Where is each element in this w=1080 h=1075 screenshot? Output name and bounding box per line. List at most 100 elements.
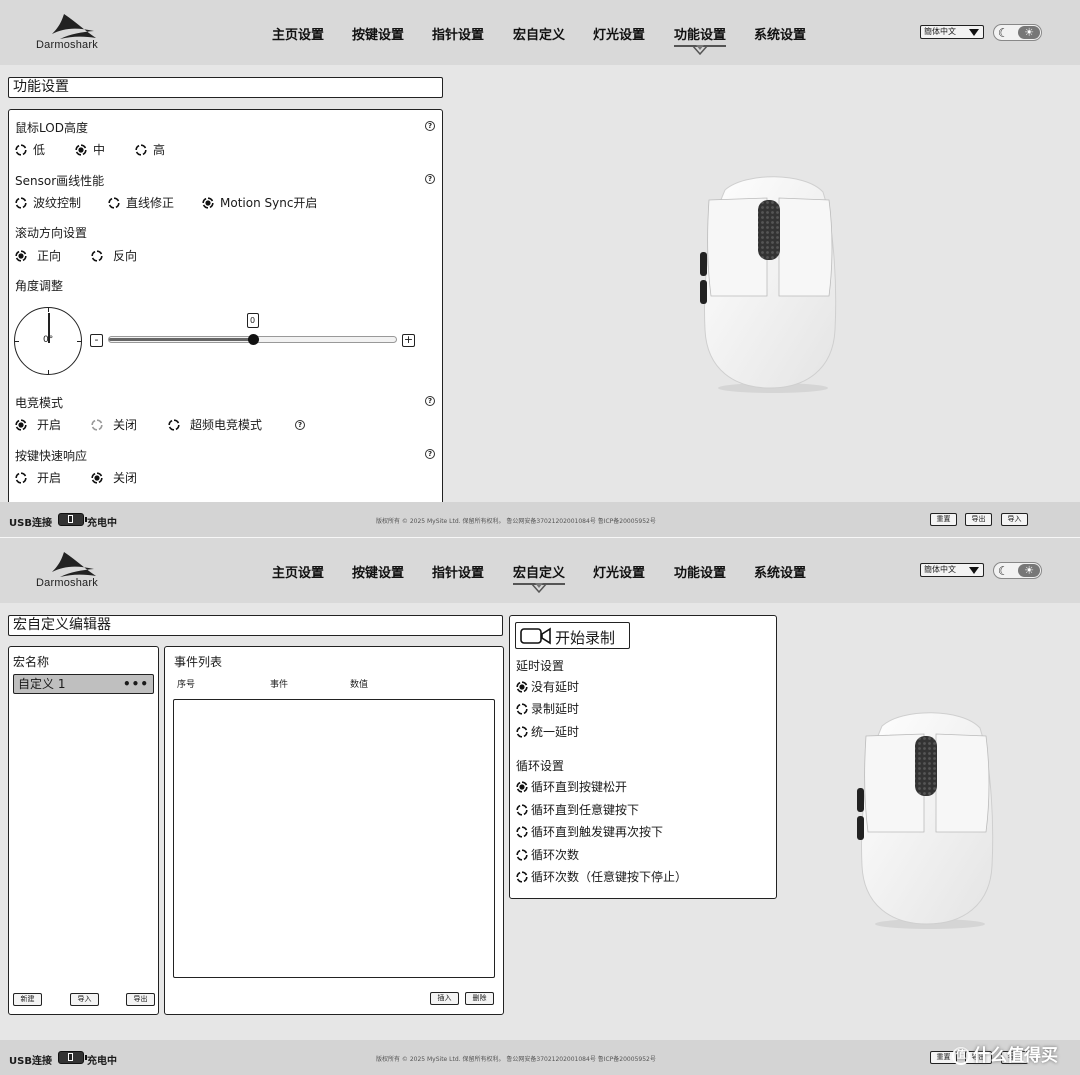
nav-keys[interactable]: 按键设置 — [352, 24, 404, 43]
macro-list-item[interactable]: 自定义 1 ••• — [13, 674, 154, 694]
angle-increase-button[interactable]: + — [402, 334, 415, 347]
delay-settings-label: 延时设置 — [516, 659, 565, 673]
column-event: 事件 — [270, 680, 289, 690]
radio-label: 开启 — [37, 471, 62, 485]
language-select[interactable]: 簡体中文 — [920, 25, 984, 39]
nav-function[interactable]: 功能设置 — [674, 562, 726, 581]
editor-title: 宏自定义编辑器 — [8, 615, 503, 636]
event-list[interactable] — [173, 699, 495, 978]
nav-system[interactable]: 系统设置 — [754, 24, 806, 43]
radio-label: 中 — [93, 143, 106, 157]
language-selected: 簡体中文 — [924, 565, 956, 574]
watermark-icon: 值 — [952, 1047, 970, 1065]
theme-toggle[interactable]: ☾ ☀ — [993, 562, 1042, 579]
radio-label: 录制延时 — [531, 702, 580, 716]
help-icon[interactable]: ? — [295, 420, 305, 430]
active-caret-icon — [692, 45, 708, 55]
radio-off-icon — [15, 197, 27, 209]
watermark: 值什么值得买 — [952, 1041, 1058, 1066]
dial-tick — [48, 308, 49, 312]
mouse-image — [857, 712, 994, 929]
radio-label: 直线修正 — [126, 196, 175, 210]
lod-label: 鼠标LOD高度 — [15, 121, 88, 135]
radio-off-icon — [108, 197, 120, 209]
help-icon[interactable]: ? — [425, 174, 435, 184]
nav-pointer[interactable]: 指针设置 — [432, 24, 484, 43]
charging-status: 充电中 — [87, 1056, 117, 1067]
nav-lighting[interactable]: 灯光设置 — [593, 24, 645, 43]
import-button[interactable]: 导入 — [1001, 513, 1028, 526]
radio-off-icon — [168, 419, 180, 431]
angle-value-bubble: 0 — [246, 313, 259, 328]
help-icon[interactable]: ? — [425, 449, 435, 459]
radio-label: 没有延时 — [531, 680, 580, 694]
more-options-icon[interactable]: ••• — [123, 675, 149, 693]
nav-macro[interactable]: 宏自定义 — [513, 562, 566, 593]
angle-dial[interactable]: 0° — [14, 307, 82, 375]
start-recording-button[interactable]: 开始录制 — [515, 622, 630, 649]
usb-status: USB连接 — [9, 1056, 52, 1067]
radio-off-icon — [516, 804, 528, 816]
radio-off-icon — [15, 144, 27, 156]
radio-off-icon — [516, 849, 528, 861]
help-icon[interactable]: ? — [425, 396, 435, 406]
app-header: Darmoshark 主页设置 按键设置 指针设置 宏自定义 灯光设置 功能设置… — [0, 0, 1080, 65]
sun-icon: ☀ — [1018, 564, 1040, 577]
macro-editor-screen: Darmoshark 主页设置 按键设置 指针设置 宏自定义 灯光设置 功能设置… — [0, 538, 1080, 1075]
radio-off-icon — [91, 419, 103, 431]
angle-decrease-button[interactable]: - — [90, 334, 103, 347]
radio-label: 循环次数（任意键按下停止） — [531, 870, 688, 884]
brand-logo: Darmoshark — [30, 12, 110, 54]
import-macro-button[interactable]: 导入 — [70, 993, 99, 1006]
battery-icon — [58, 1051, 87, 1064]
brand-name: Darmoshark — [36, 39, 98, 51]
radio-label: 循环直到任意键按下 — [531, 803, 640, 817]
language-select[interactable]: 簡体中文 — [920, 563, 984, 577]
charging-status: 充电中 — [87, 518, 117, 529]
reset-button[interactable]: 重置 — [930, 513, 957, 526]
angle-label: 角度调整 — [15, 279, 64, 293]
radio-on-icon — [202, 197, 214, 209]
radio-off-icon — [516, 871, 528, 883]
scroll-label: 滚动方向设置 — [15, 226, 88, 240]
nav-pointer[interactable]: 指针设置 — [432, 562, 484, 581]
nav-lighting[interactable]: 灯光设置 — [593, 562, 645, 581]
radio-on-icon — [15, 419, 27, 431]
dial-value: 0° — [43, 335, 54, 345]
shark-fin-icon — [52, 14, 96, 39]
usb-status: USB连接 — [9, 518, 52, 529]
nav-function[interactable]: 功能设置 — [674, 24, 727, 55]
app-header: Darmoshark 主页设置 按键设置 指针设置 宏自定义 灯光设置 功能设置… — [0, 538, 1080, 603]
angle-slider-thumb[interactable] — [247, 334, 259, 345]
radio-label: 低 — [33, 143, 46, 157]
export-button[interactable]: 导出 — [965, 513, 992, 526]
status-footer: USB连接 充电中 版权所有 © 2025 MySite Ltd. 保留所有权利… — [0, 1040, 1080, 1075]
copyright-text: 版权所有 © 2025 MySite Ltd. 保留所有权利。 鲁公网安备370… — [376, 1056, 656, 1063]
nav-keys[interactable]: 按键设置 — [352, 562, 404, 581]
macro-name: 自定义 1 — [18, 677, 66, 691]
radio-label: Motion Sync开启 — [220, 196, 318, 210]
help-icon[interactable]: ? — [425, 121, 435, 131]
radio-label: 正向 — [37, 249, 62, 263]
loop-settings-label: 循环设置 — [516, 759, 565, 773]
new-macro-button[interactable]: 新建 — [13, 993, 42, 1006]
theme-toggle[interactable]: ☾ ☀ — [993, 24, 1042, 41]
nav-macro[interactable]: 宏自定义 — [513, 24, 565, 43]
dropdown-arrow-icon — [969, 567, 979, 574]
language-selected: 簡体中文 — [924, 27, 956, 36]
status-footer: USB连接 充电中 版权所有 © 2025 MySite Ltd. 保留所有权利… — [0, 502, 1080, 537]
insert-event-button[interactable]: 插入 — [430, 992, 459, 1005]
quick-response-label: 按键快速响应 — [15, 449, 88, 463]
delete-event-button[interactable]: 删除 — [465, 992, 494, 1005]
nav-home[interactable]: 主页设置 — [272, 24, 324, 43]
radio-label: 超频电竞模式 — [190, 418, 263, 432]
nav-system[interactable]: 系统设置 — [754, 562, 806, 581]
export-macro-button[interactable]: 导出 — [126, 993, 155, 1006]
page-title: 功能设置 — [8, 77, 443, 98]
angle-slider-fill — [109, 338, 254, 341]
radio-label: 循环次数 — [531, 848, 580, 862]
radio-label: 循环直到触发键再次按下 — [531, 825, 664, 839]
radio-off-icon — [516, 703, 528, 715]
radio-off-icon — [135, 144, 147, 156]
nav-home[interactable]: 主页设置 — [272, 562, 324, 581]
